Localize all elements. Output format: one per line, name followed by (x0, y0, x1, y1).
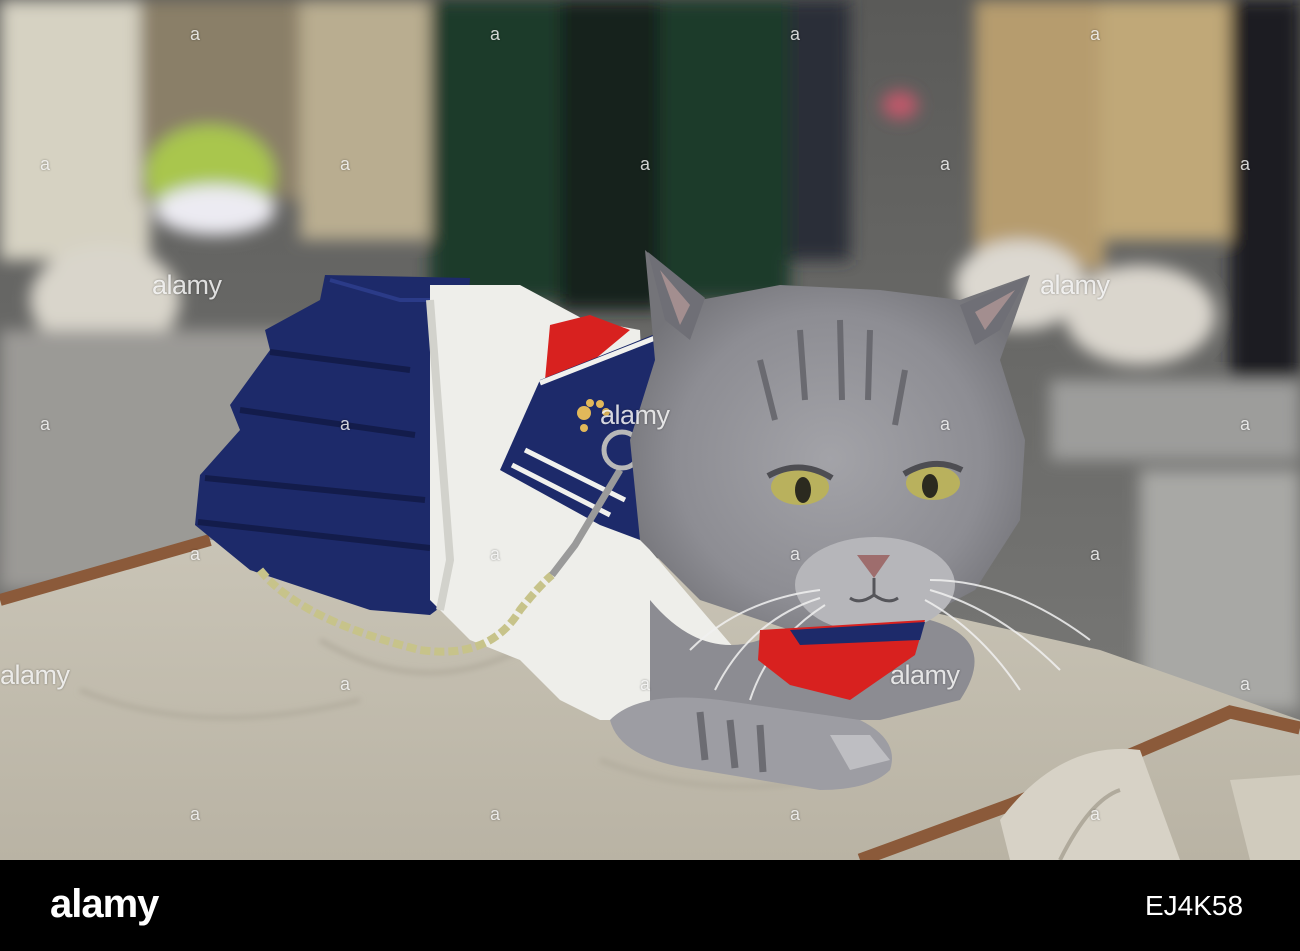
brand-logo: alamy (50, 882, 159, 926)
watermark-mark: a (1240, 674, 1251, 694)
watermark-mark: a (1090, 24, 1101, 44)
watermark-text: alamy (0, 660, 70, 690)
watermark-mark: a (1240, 154, 1251, 174)
watermark-mark: a (1090, 544, 1101, 564)
watermark-mark: a (340, 674, 351, 694)
watermark-mark: a (490, 804, 501, 824)
photo: a a a a a a a a a a a a a a a a a a a a … (0, 0, 1300, 860)
watermark-mark: a (40, 154, 51, 174)
watermark-mark: a (640, 674, 651, 694)
watermark-mark: a (940, 414, 951, 434)
watermark-mark: a (790, 804, 801, 824)
image-id-label: EJ4K58 (1145, 890, 1244, 921)
watermark-mark: a (640, 154, 651, 174)
watermark-mark: a (790, 24, 801, 44)
watermark-text: alamy (600, 400, 670, 430)
watermark-mark: a (790, 544, 801, 564)
watermark-text: alamy (152, 270, 222, 300)
watermark-text: alamy (1040, 270, 1110, 300)
watermark-mark: a (40, 414, 51, 434)
watermark-mark: a (340, 154, 351, 174)
watermark-mark: a (190, 544, 201, 564)
watermark-mark: a (190, 804, 201, 824)
watermark-text: alamy (890, 660, 960, 690)
watermark-mark: a (1240, 414, 1251, 434)
watermark-mark: a (190, 24, 201, 44)
footer-bar: alamy EJ4K58 (0, 860, 1300, 951)
watermark-mark: a (490, 544, 501, 564)
watermark-mark: a (940, 154, 951, 174)
watermark-mark: a (1090, 804, 1101, 824)
watermark-mark: a (490, 24, 501, 44)
watermark-mark: a (340, 414, 351, 434)
